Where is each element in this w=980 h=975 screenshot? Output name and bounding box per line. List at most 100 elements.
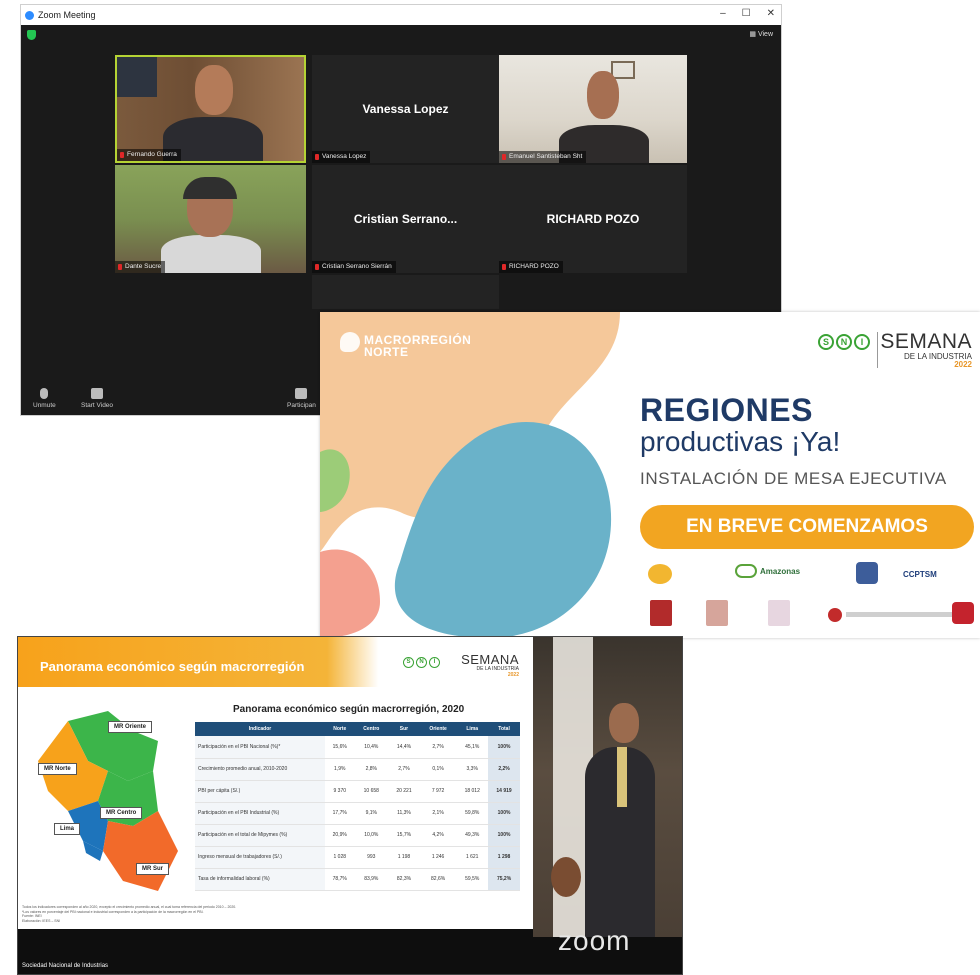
participant-display-name: Cristian Serrano... [353, 212, 458, 226]
col-header: Centro [354, 722, 389, 736]
table-title: Panorama económico según macrorregión, 2… [233, 704, 465, 715]
sni-letter: I [429, 657, 440, 668]
sni-logo: S N I [818, 334, 870, 350]
map-label-norte: MR Norte [38, 763, 77, 775]
economic-slide: Panorama económico según macrorregión S … [18, 637, 533, 929]
close-button[interactable]: ✕ [767, 8, 775, 19]
zoom-app-icon [25, 10, 34, 20]
table-cell: PBI per cápita (S/.) [195, 780, 325, 803]
table-header-row: Indicador Norte Centro Sur Oriente Lima … [195, 722, 520, 736]
table-cell: 7 972 [419, 780, 457, 803]
sponsor-logo-emblem [648, 564, 672, 584]
table-cell: 59,5% [456, 868, 489, 891]
table-body: Participación en el PBI Nacional (%)* 15,… [195, 736, 520, 891]
sponsor-ivn-logo [856, 562, 878, 584]
table-cell: 1,9% [325, 758, 355, 781]
table-cell: 9,1% [354, 802, 389, 825]
unmute-button[interactable]: Unmute [33, 388, 56, 409]
participant-name-label: Dante Sucre [115, 261, 166, 273]
semana-industria-logo: SEMANA DE LA INDUSTRIA 2022 [461, 653, 519, 678]
minimize-button[interactable]: – [720, 8, 726, 19]
table-cell: 1 621 [456, 846, 489, 869]
table-cell: 82,6% [419, 868, 457, 891]
waiting-slide: MACRORREGIÓN NORTE S N I SEMANA DE LA IN… [320, 312, 980, 638]
map-label-oriente: MR Oriente [108, 721, 153, 733]
semana-year: 2022 [507, 672, 519, 678]
semana-industria-logo: SEMANA DE LA INDUSTRIA 2022 [880, 331, 972, 369]
view-label: View [757, 31, 773, 38]
sponsor-shield-logo [706, 600, 728, 626]
table-row: PBI per cápita (S/.) 9 370 10 658 20 221 7 9… [195, 780, 520, 803]
wall-frame [117, 57, 157, 97]
sni-letter: S [403, 657, 414, 668]
table-cell: 100% [488, 736, 520, 759]
table-cell: 9 370 [325, 780, 355, 803]
video-tile-richard-pozo[interactable]: RICHARD POZO RICHARD POZO [499, 165, 687, 273]
view-button[interactable]: ▦ View [749, 30, 773, 38]
table-cell: 59,8% [456, 802, 489, 825]
table-cell: 10,4% [354, 736, 389, 759]
sponsor-label: Amazonas [760, 566, 801, 576]
col-header: Indicador [195, 722, 325, 736]
table-cell: 14 919 [488, 780, 520, 803]
table-cell: 1 246 [419, 846, 457, 869]
table-cell: 18 012 [456, 780, 489, 803]
speaker-video [533, 637, 682, 937]
colegio-ingenieros-logo [828, 608, 842, 622]
table-cell: 20 221 [388, 780, 420, 803]
table-cell: 2,2% [488, 758, 520, 781]
video-tile-emanuel[interactable]: Emanuel Santisteban Sht [499, 55, 687, 163]
table-cell: 17,7% [325, 802, 355, 825]
table-cell: 82,3% [388, 868, 420, 891]
table-cell: 45,1% [456, 736, 489, 759]
economic-indicators-table: Indicador Norte Centro Sur Oriente Lima … [195, 722, 520, 891]
window-title: Zoom Meeting [38, 10, 96, 20]
participants-button[interactable]: Participan [287, 388, 316, 409]
table-cell: 78,7% [325, 868, 355, 891]
table-cell: 10,0% [354, 824, 389, 847]
en-breve-banner: EN BREVE COMENZAMOS [640, 505, 974, 549]
meeting-topbar: ▦ View [21, 25, 781, 47]
participant-name-label: Cristian Serrano Sierrán [312, 261, 396, 273]
zoom-watermark: zoom [558, 925, 631, 956]
security-shield-icon[interactable] [27, 30, 36, 40]
map-label-centro: MR Centro [100, 807, 143, 819]
video-tile-cristian-serrano[interactable]: Cristian Serrano... Cristian Serrano Sie… [312, 165, 499, 273]
table-cell: Participación en el PBI Industrial (%) [195, 802, 325, 825]
col-header: Oriente [419, 722, 457, 736]
sni-letter: N [416, 657, 427, 668]
col-header: Norte [325, 722, 355, 736]
table-cell: 20,9% [325, 824, 355, 847]
sponsor-shield-logo [650, 600, 672, 626]
slide-header-title: Panorama económico según macrorregión [40, 659, 305, 674]
person-shoulders [161, 235, 261, 273]
table-cell: 100% [488, 824, 520, 847]
unmute-label: Unmute [33, 402, 56, 409]
table-cell: 2,1% [419, 802, 457, 825]
logo-divider [877, 332, 878, 368]
person-head [195, 65, 233, 115]
speaker-head [609, 703, 639, 743]
video-camera-icon [91, 388, 104, 399]
start-video-button[interactable]: Start Video [81, 388, 113, 409]
table-cell: 3,3% [456, 758, 489, 781]
table-row: Ingreso mensual de trabajadores (S/.) 1 0… [195, 846, 520, 869]
table-cell: Ingreso mensual de trabajadores (S/.) [195, 846, 325, 869]
video-tile-empty [312, 275, 499, 309]
maximize-button[interactable]: ☐ [742, 8, 751, 19]
table-cell: 4,2% [419, 824, 457, 847]
table-cell: 15,6% [325, 736, 355, 759]
sponsor-shield-logo [768, 600, 790, 626]
presentation-share: Panorama económico según macrorregión S … [17, 636, 683, 975]
table-cell: Tasa de informalidad laboral (%) [195, 868, 325, 891]
table-cell: 1 028 [325, 846, 355, 869]
anniversary-55-logo [952, 602, 974, 624]
microphone-muted-icon [40, 388, 49, 399]
table-cell: 2,7% [388, 758, 420, 781]
video-tile-dante-sucre[interactable]: Dante Sucre [115, 165, 306, 273]
table-cell: 75,2% [488, 868, 520, 891]
video-tile-fernando-guerra[interactable]: Fernando Guerra [115, 55, 306, 163]
macrorregion-logo-icon [340, 332, 360, 352]
table-cell: 83,9% [354, 868, 389, 891]
video-tile-vanessa-lopez[interactable]: Vanessa Lopez Vanessa Lopez [312, 55, 499, 163]
